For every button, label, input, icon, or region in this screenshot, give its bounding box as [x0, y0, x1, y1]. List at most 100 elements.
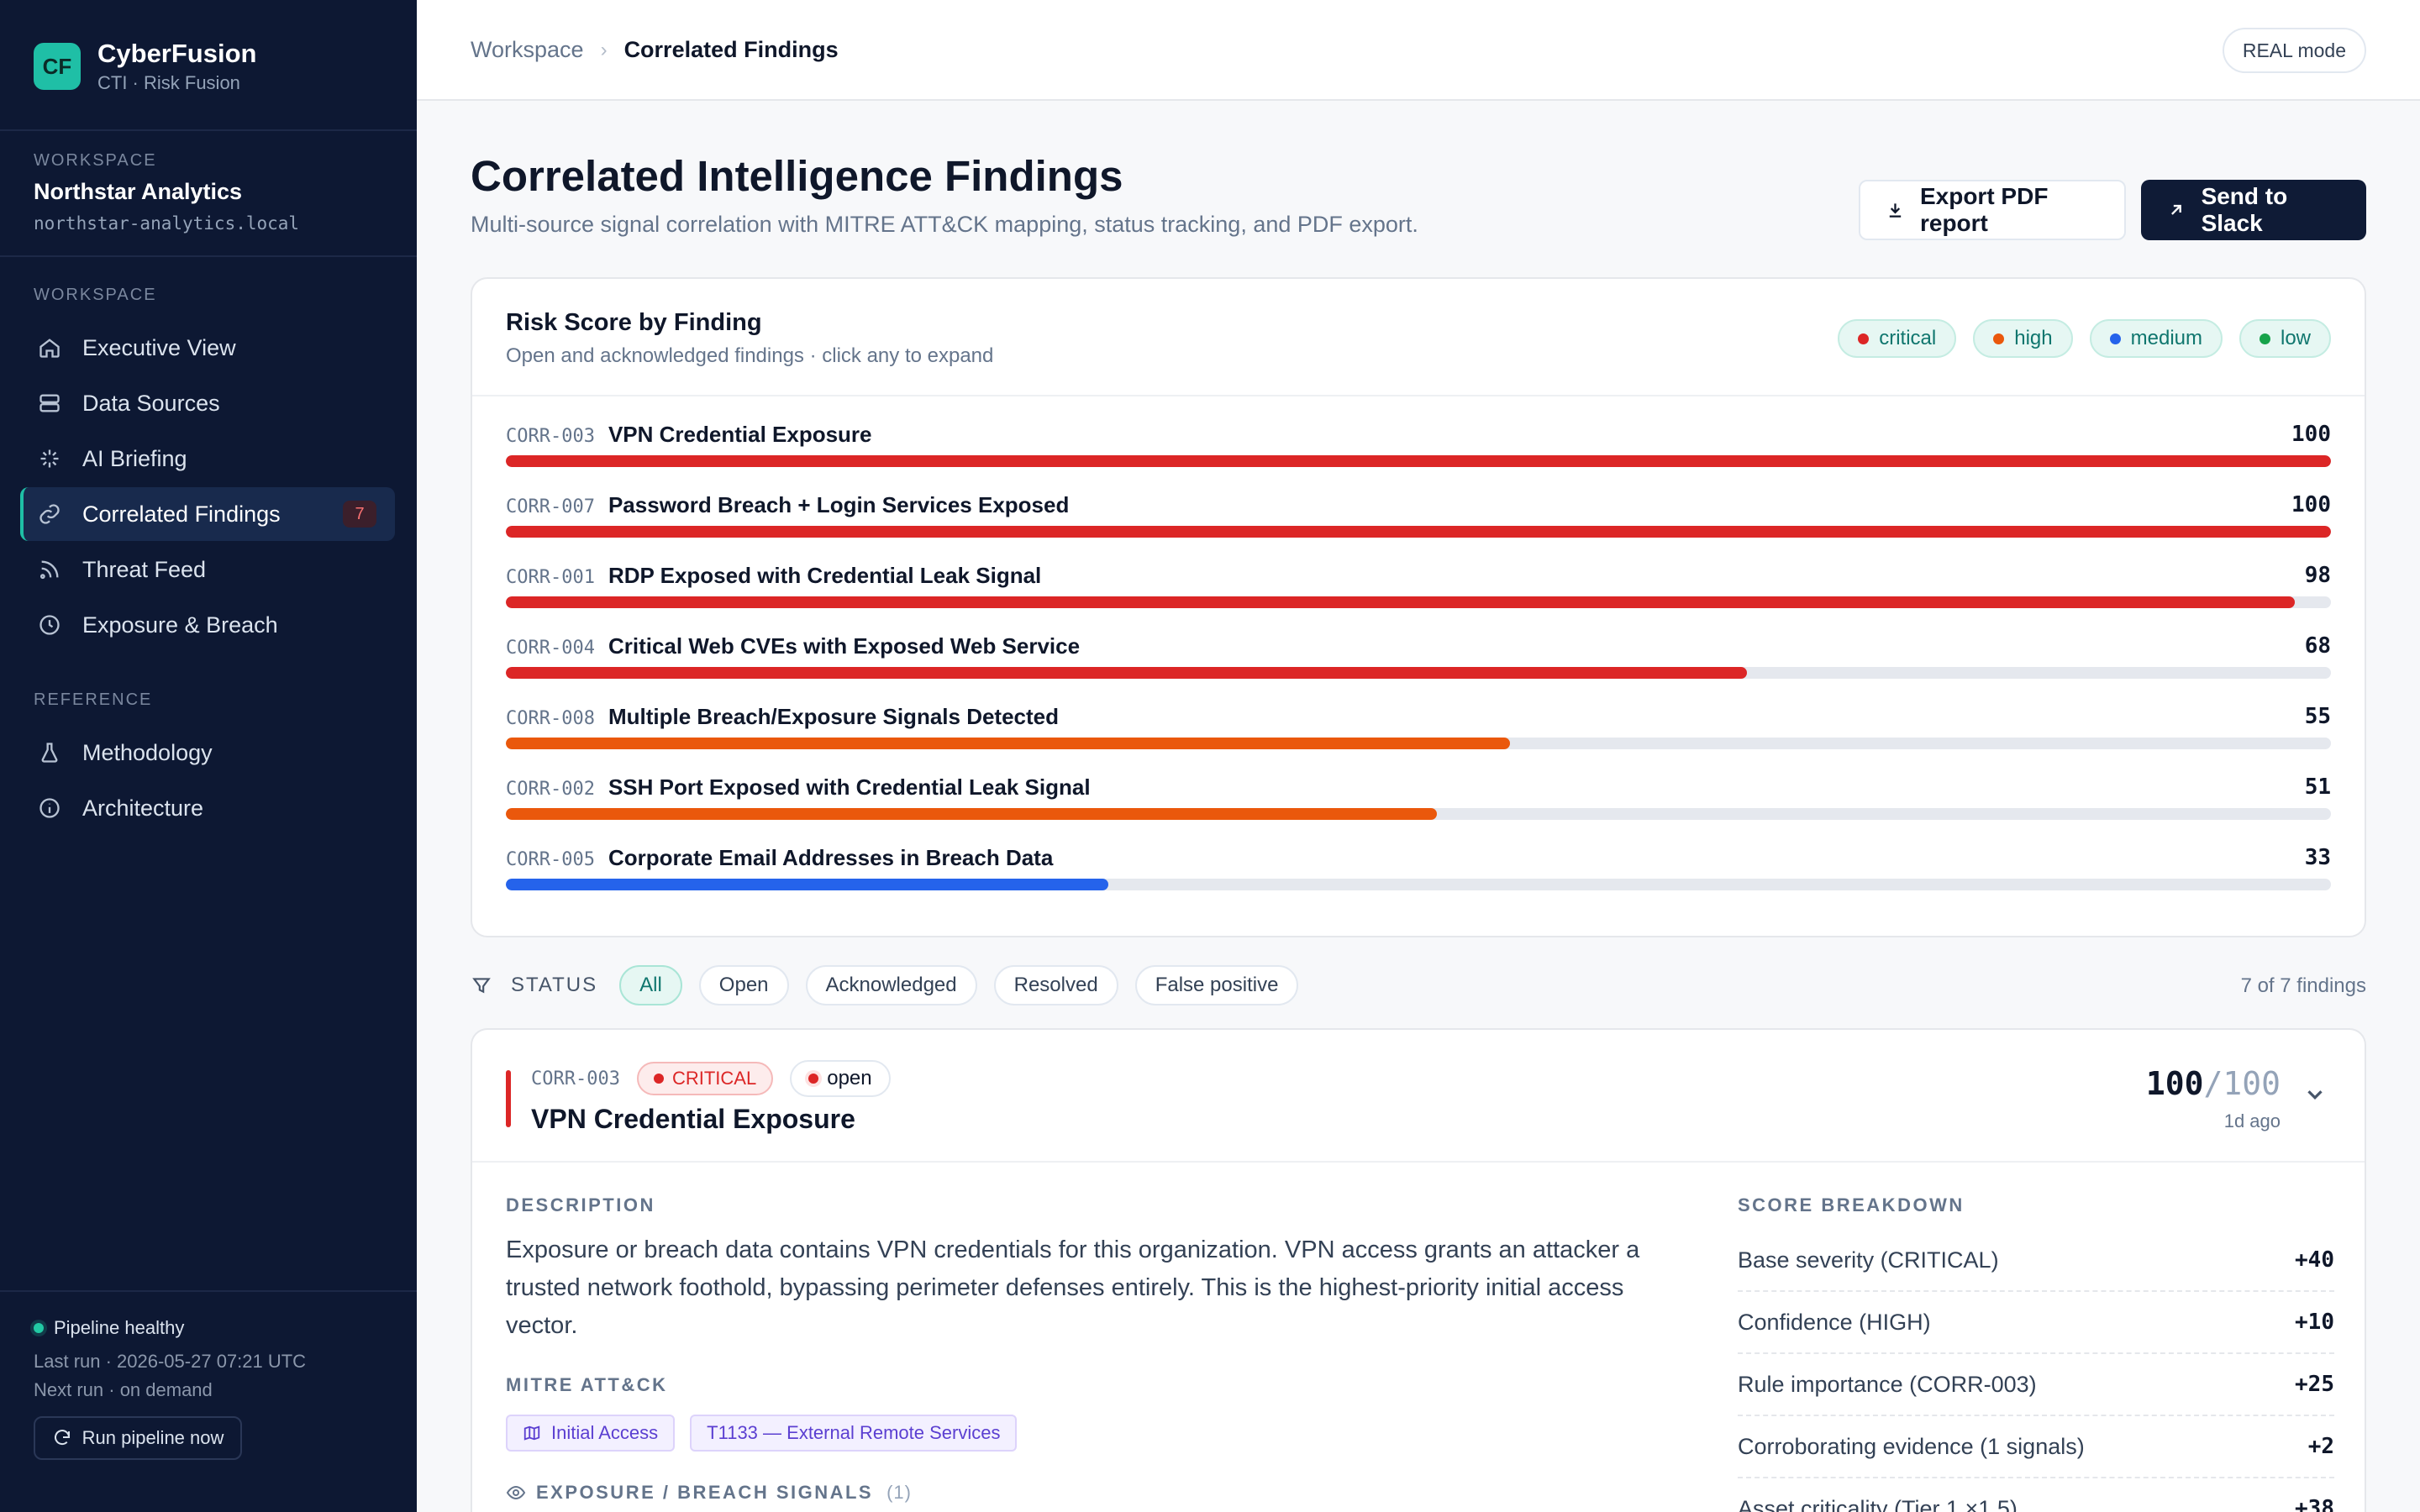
score-breakdown-label: SCORE BREAKDOWN [1738, 1194, 1965, 1215]
signals-header[interactable]: EXPOSURE / BREACH SIGNALS (1) [506, 1482, 912, 1504]
filter-chip-acknowledged[interactable]: Acknowledged [805, 965, 977, 1005]
pipeline-last-run: Last run · 2026-05-27 07:21 UTC [34, 1351, 307, 1372]
risk-row-id: CORR-001 [506, 567, 595, 588]
breakdown-row: Corroborating evidence (1 signals) +2 [1738, 1416, 2334, 1478]
sidebar-item-ai-briefing[interactable]: AI Briefing [20, 432, 395, 486]
risk-row-label: CORR-008 Multiple Breach/Exposure Signals… [506, 704, 1059, 730]
filter-chip-all[interactable]: All [619, 965, 682, 1005]
risk-card-title: Risk Score by Finding [506, 309, 762, 336]
filter-chip-open[interactable]: Open [698, 965, 789, 1005]
divider [0, 129, 417, 131]
risk-row-corr-001[interactable]: CORR-001 RDP Exposed with Credential Leak… [506, 563, 2331, 613]
send-to-slack-button[interactable]: Send to Slack [2141, 180, 2366, 240]
risk-row-title: Corporate Email Addresses in Breach Data [608, 845, 1054, 870]
status-dot [34, 1323, 44, 1333]
rss-icon [37, 557, 62, 582]
breadcrumb-root[interactable]: Workspace [471, 37, 584, 63]
severity-legend: critical high medium low [1838, 319, 2331, 358]
pipeline-panel: Pipeline healthy Last run · 2026-05-27 0… [34, 1317, 306, 1460]
sidebar-item-label: Exposure & Breach [82, 612, 278, 638]
export-pdf-button[interactable]: Export PDF report [1859, 180, 2126, 240]
divider [472, 395, 2365, 396]
risk-row-score: 33 [2304, 845, 2331, 870]
risk-row-label: CORR-005 Corporate Email Addresses in Bre… [506, 845, 1053, 871]
risk-row-score: 51 [2304, 774, 2331, 800]
download-icon [1889, 203, 1902, 218]
legend-dot [1993, 333, 2005, 344]
risk-row-corr-004[interactable]: CORR-004 Critical Web CVEs with Exposed W… [506, 633, 2331, 684]
sidebar-item-exposure-breach[interactable]: Exposure & Breach [20, 598, 395, 652]
legend-item-low[interactable]: low [2238, 319, 2331, 358]
risk-row-id: CORR-004 [506, 638, 595, 659]
risk-row-corr-005[interactable]: CORR-005 Corporate Email Addresses in Bre… [506, 845, 2331, 895]
sidebar-item-label: AI Briefing [82, 445, 187, 471]
risk-row-title: Critical Web CVEs with Exposed Web Servi… [608, 633, 1081, 659]
breakdown-value: +2 [2307, 1434, 2334, 1459]
status-badge[interactable]: open [790, 1060, 891, 1097]
sidebar-item-label: Methodology [82, 739, 213, 765]
risk-row-title: RDP Exposed with Credential Leak Signal [608, 563, 1042, 588]
risk-row-score: 55 [2304, 704, 2331, 729]
run-pipeline-button[interactable]: Run pipeline now [34, 1416, 242, 1460]
mitre-label: MITRE ATT&CK [506, 1374, 668, 1395]
risk-row-corr-008[interactable]: CORR-008 Multiple Breach/Exposure Signals… [506, 704, 2331, 754]
sidebar-item-correlated-findings[interactable]: Correlated Findings 7 [20, 487, 395, 541]
legend-item-high[interactable]: high [1973, 319, 2073, 358]
page-title: Correlated Intelligence Findings [471, 152, 1123, 200]
risk-row-label: CORR-002 SSH Port Exposed with Credential… [506, 774, 1091, 801]
sidebar-item-label: Executive View [82, 334, 236, 360]
legend-item-critical[interactable]: critical [1838, 319, 1957, 358]
breakdown-label: Confidence (HIGH) [1738, 1309, 1931, 1335]
sidebar-item-methodology[interactable]: Methodology [20, 726, 395, 780]
risk-row-corr-002[interactable]: CORR-002 SSH Port Exposed with Credential… [506, 774, 2331, 825]
home-icon [37, 335, 62, 360]
risk-bar-track [506, 667, 2331, 679]
risk-row-title: Multiple Breach/Exposure Signals Detecte… [608, 704, 1060, 729]
mitre-technique-tag[interactable]: T1133 — External Remote Services [690, 1415, 1018, 1452]
sidebar-item-data-sources[interactable]: Data Sources [20, 376, 395, 430]
risk-bar-fill [506, 526, 2331, 538]
breakdown-value: +38 [2295, 1496, 2334, 1512]
finding-card[interactable]: CORR-003 CRITICAL open VPN Credential Ex… [471, 1028, 2366, 1512]
risk-row-label: CORR-007 Password Breach + Login Services… [506, 492, 1069, 518]
flask-icon [37, 740, 62, 765]
breakdown-row: Confidence (HIGH) +10 [1738, 1292, 2334, 1354]
filter-chips: All Open Acknowledged Resolved False positiv… [619, 965, 1315, 1005]
sidebar: CF CyberFusion CTI · Risk Fusion WORKSPA… [0, 0, 417, 1512]
risk-row-corr-007[interactable]: CORR-007 Password Breach + Login Services… [506, 492, 2331, 543]
description-label: DESCRIPTION [506, 1194, 655, 1215]
severity-badge: CRITICAL [636, 1062, 774, 1095]
risk-row-corr-003[interactable]: CORR-003 VPN Credential Exposure 100 [506, 422, 2331, 472]
pipeline-next-run: Next run · on demand [34, 1379, 213, 1400]
mode-badge[interactable]: REAL mode [2222, 28, 2366, 73]
risk-row-score: 100 [2291, 422, 2331, 447]
legend-item-medium[interactable]: medium [2089, 319, 2223, 358]
brand[interactable]: CF CyberFusion CTI · Risk Fusion [34, 39, 256, 94]
breadcrumb: Workspace › Correlated Findings [471, 37, 839, 63]
workspace-switcher[interactable]: WORKSPACE Northstar Analytics northstar-… [34, 151, 299, 234]
risk-bar-track [506, 808, 2331, 820]
sidebar-item-threat-feed[interactable]: Threat Feed [20, 543, 395, 596]
risk-row-id: CORR-003 [506, 426, 595, 447]
filter-chip-resolved[interactable]: Resolved [993, 965, 1118, 1005]
risk-row-title: VPN Credential Exposure [608, 422, 872, 447]
page-subtitle: Multi-source signal correlation with MIT… [471, 212, 1418, 237]
brand-logo: CF [34, 43, 81, 90]
legend-label: critical [1879, 327, 1937, 349]
mitre-tactic-tag[interactable]: Initial Access [506, 1415, 676, 1452]
workspace-name: Northstar Analytics [34, 179, 243, 204]
risk-row-id: CORR-002 [506, 779, 595, 800]
sidebar-item-architecture[interactable]: Architecture [20, 781, 395, 835]
finding-id: CORR-003 [531, 1068, 620, 1089]
status-badge-label: open [827, 1067, 872, 1089]
filter-label: STATUS [511, 974, 598, 996]
divider [0, 1290, 417, 1292]
sidebar-item-executive-view[interactable]: Executive View [20, 321, 395, 375]
expand-toggle[interactable] [2302, 1082, 2331, 1110]
database-icon [37, 391, 62, 416]
mitre-tactic-label: Initial Access [551, 1422, 659, 1443]
breakdown-value: +25 [2295, 1372, 2334, 1397]
filter-chip-false-positive[interactable]: False positive [1134, 965, 1299, 1005]
risk-bar-fill [506, 455, 2331, 467]
legend-label: medium [2130, 327, 2202, 349]
